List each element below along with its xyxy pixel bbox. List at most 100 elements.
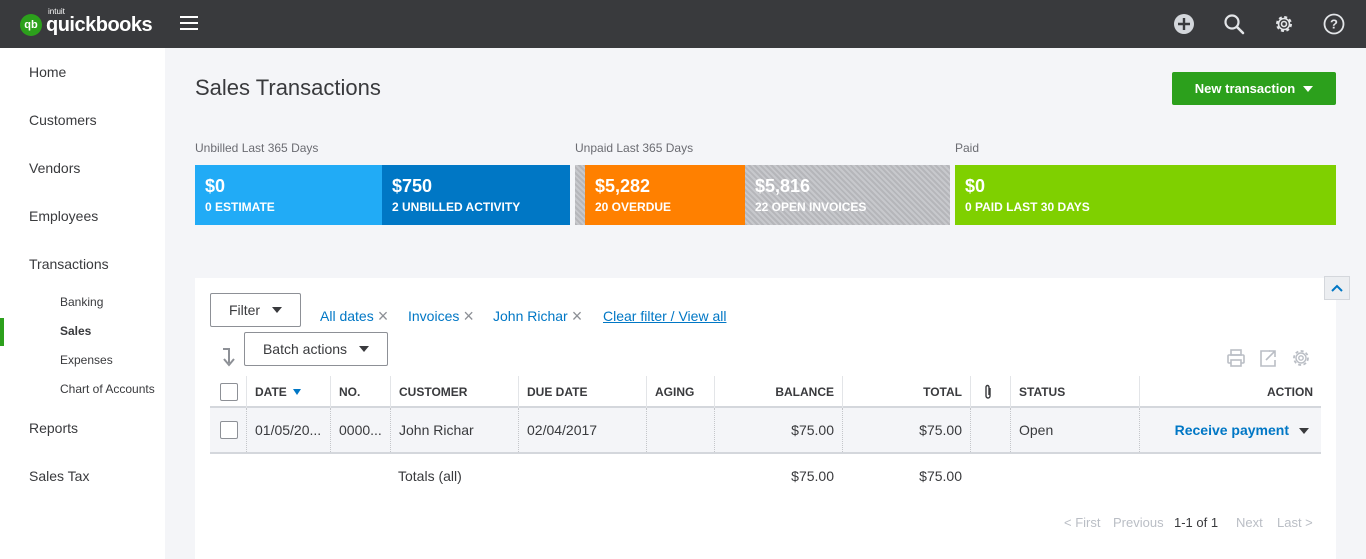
chip-label: John Richar [493, 308, 568, 324]
settings-gear-icon[interactable] [1291, 348, 1311, 373]
sidebar-subitem-sales[interactable]: Sales [60, 324, 91, 338]
active-indicator [0, 318, 4, 346]
header-action: ACTION [1267, 385, 1313, 399]
chevron-down-icon [272, 307, 283, 313]
help-icon[interactable]: ? [1322, 12, 1346, 36]
cell-date: 01/05/20... [255, 422, 322, 438]
header-date[interactable]: DATE [255, 376, 302, 408]
brand-name: quickbooks [46, 14, 153, 36]
overdue-stripe [575, 165, 585, 225]
svg-text:?: ? [1330, 17, 1338, 32]
filter-button[interactable]: Filter [210, 293, 301, 327]
unpaid-label: Unpaid Last 365 Days [575, 141, 694, 155]
filter-label: Filter [228, 302, 261, 318]
tile-paid[interactable]: $0 0 PAID LAST 30 DAYS [955, 165, 1336, 225]
paid-label: Paid [955, 141, 980, 155]
export-icon[interactable] [1258, 348, 1278, 373]
table-header: DATE NO. CUSTOMER DUE DATE AGING BALANCE… [210, 376, 1321, 408]
tile-label: 0 ESTIMATE [205, 200, 275, 214]
header-customer[interactable]: CUSTOMER [399, 376, 467, 408]
qb-logo-icon: qb [20, 14, 42, 36]
sort-arrow-icon[interactable] [222, 347, 236, 372]
print-icon[interactable] [1226, 348, 1246, 373]
pagination-first[interactable]: < First [1064, 515, 1100, 530]
intuit-label: intuit [48, 7, 65, 16]
sidebar-item-reports[interactable]: Reports [29, 420, 78, 436]
sort-down-icon [292, 389, 301, 395]
header-no[interactable]: NO. [339, 376, 360, 408]
gear-icon[interactable] [1272, 12, 1296, 36]
row-checkbox[interactable] [220, 421, 238, 439]
sidebar-item-employees[interactable]: Employees [29, 208, 98, 224]
totals-total: $75.00 [919, 468, 962, 484]
tile-amount: $0 [965, 176, 986, 196]
filter-chip-invoices[interactable]: Invoices × [408, 307, 474, 325]
tile-amount: $0 [205, 176, 226, 196]
sidebar-item-vendors[interactable]: Vendors [29, 160, 80, 176]
close-icon[interactable]: × [378, 307, 389, 325]
tile-open-invoices[interactable]: $5,816 22 OPEN INVOICES [745, 165, 950, 225]
page-title: Sales Transactions [195, 75, 381, 100]
pagination-last[interactable]: Last > [1277, 515, 1313, 530]
cell-status: Open [1019, 422, 1054, 438]
cell-balance: $75.00 [791, 422, 834, 438]
unbilled-label: Unbilled Last 365 Days [195, 141, 319, 155]
table-row[interactable]: 01/05/20... 0000... John Richar 02/04/20… [210, 408, 1321, 454]
cell-no: 0000... [339, 422, 382, 438]
sidebar-subitem-chart-of-accounts[interactable]: Chart of Accounts [60, 382, 155, 396]
cell-total: $75.00 [919, 422, 962, 438]
tile-unbilled-activity[interactable]: $750 2 UNBILLED ACTIVITY [382, 165, 570, 225]
hamburger-menu-icon[interactable] [180, 16, 198, 30]
filter-chip-customer[interactable]: John Richar × [493, 307, 583, 325]
chip-label: Invoices [408, 308, 460, 324]
tile-amount: $750 [392, 176, 433, 196]
close-icon[interactable]: × [463, 307, 474, 325]
close-icon[interactable]: × [572, 307, 583, 325]
quickbooks-logo[interactable]: qb intuit quickbooks [20, 7, 153, 38]
cell-customer: John Richar [399, 422, 474, 438]
tile-overdue[interactable]: $5,282 20 OVERDUE [585, 165, 745, 225]
header-balance[interactable]: BALANCE [714, 376, 834, 408]
batch-actions-label: Batch actions [262, 341, 348, 357]
tile-label: 2 UNBILLED ACTIVITY [392, 200, 521, 214]
collapse-button[interactable] [1324, 276, 1350, 300]
header-status[interactable]: STATUS [1019, 376, 1065, 408]
batch-actions-button[interactable]: Batch actions [244, 332, 388, 366]
tile-label: 20 OVERDUE [595, 200, 672, 214]
sidebar-item-transactions[interactable]: Transactions [29, 256, 109, 272]
chevron-down-icon [359, 346, 370, 352]
header-aging[interactable]: AGING [655, 376, 694, 408]
header-total[interactable]: TOTAL [842, 376, 962, 408]
header-due-date[interactable]: DUE DATE [527, 376, 587, 408]
sidebar-item-sales-tax[interactable]: Sales Tax [29, 468, 89, 484]
chevron-down-icon[interactable] [1299, 428, 1309, 434]
sidebar-item-customers[interactable]: Customers [29, 112, 97, 128]
new-transaction-button[interactable]: New transaction [1172, 72, 1336, 105]
top-bar: qb intuit quickbooks ? [0, 0, 1366, 48]
attachment-icon [983, 376, 993, 408]
chevron-up-icon [1331, 284, 1343, 292]
clear-filter-link[interactable]: Clear filter / View all [603, 308, 726, 324]
pagination-next[interactable]: Next [1236, 515, 1263, 530]
cell-due-date: 02/04/2017 [527, 422, 598, 438]
search-icon[interactable] [1222, 12, 1246, 36]
sidebar-subitem-expenses[interactable]: Expenses [60, 353, 113, 367]
sidebar-item-home[interactable]: Home [29, 64, 66, 80]
pagination-range: 1-1 of 1 [1174, 515, 1219, 530]
tile-estimate[interactable]: $0 0 ESTIMATE [195, 165, 382, 225]
filter-chip-dates[interactable]: All dates × [320, 307, 389, 325]
select-all-checkbox[interactable] [220, 383, 238, 401]
tile-label: 0 PAID LAST 30 DAYS [965, 200, 1090, 214]
chevron-down-icon [1303, 85, 1314, 92]
sidebar-subitem-banking[interactable]: Banking [60, 295, 103, 309]
tile-amount: $5,282 [595, 176, 651, 196]
left-sidebar: Home Customers Vendors Employees Transac… [0, 48, 165, 559]
receive-payment-link[interactable]: Receive payment [1175, 408, 1289, 452]
plus-icon[interactable] [1172, 12, 1196, 36]
totals-label: Totals (all) [398, 468, 462, 484]
totals-balance: $75.00 [791, 468, 834, 484]
chip-label: All dates [320, 308, 374, 324]
tile-amount: $5,816 [755, 176, 811, 196]
tile-label: 22 OPEN INVOICES [755, 200, 867, 214]
pagination-previous[interactable]: Previous [1113, 515, 1164, 530]
